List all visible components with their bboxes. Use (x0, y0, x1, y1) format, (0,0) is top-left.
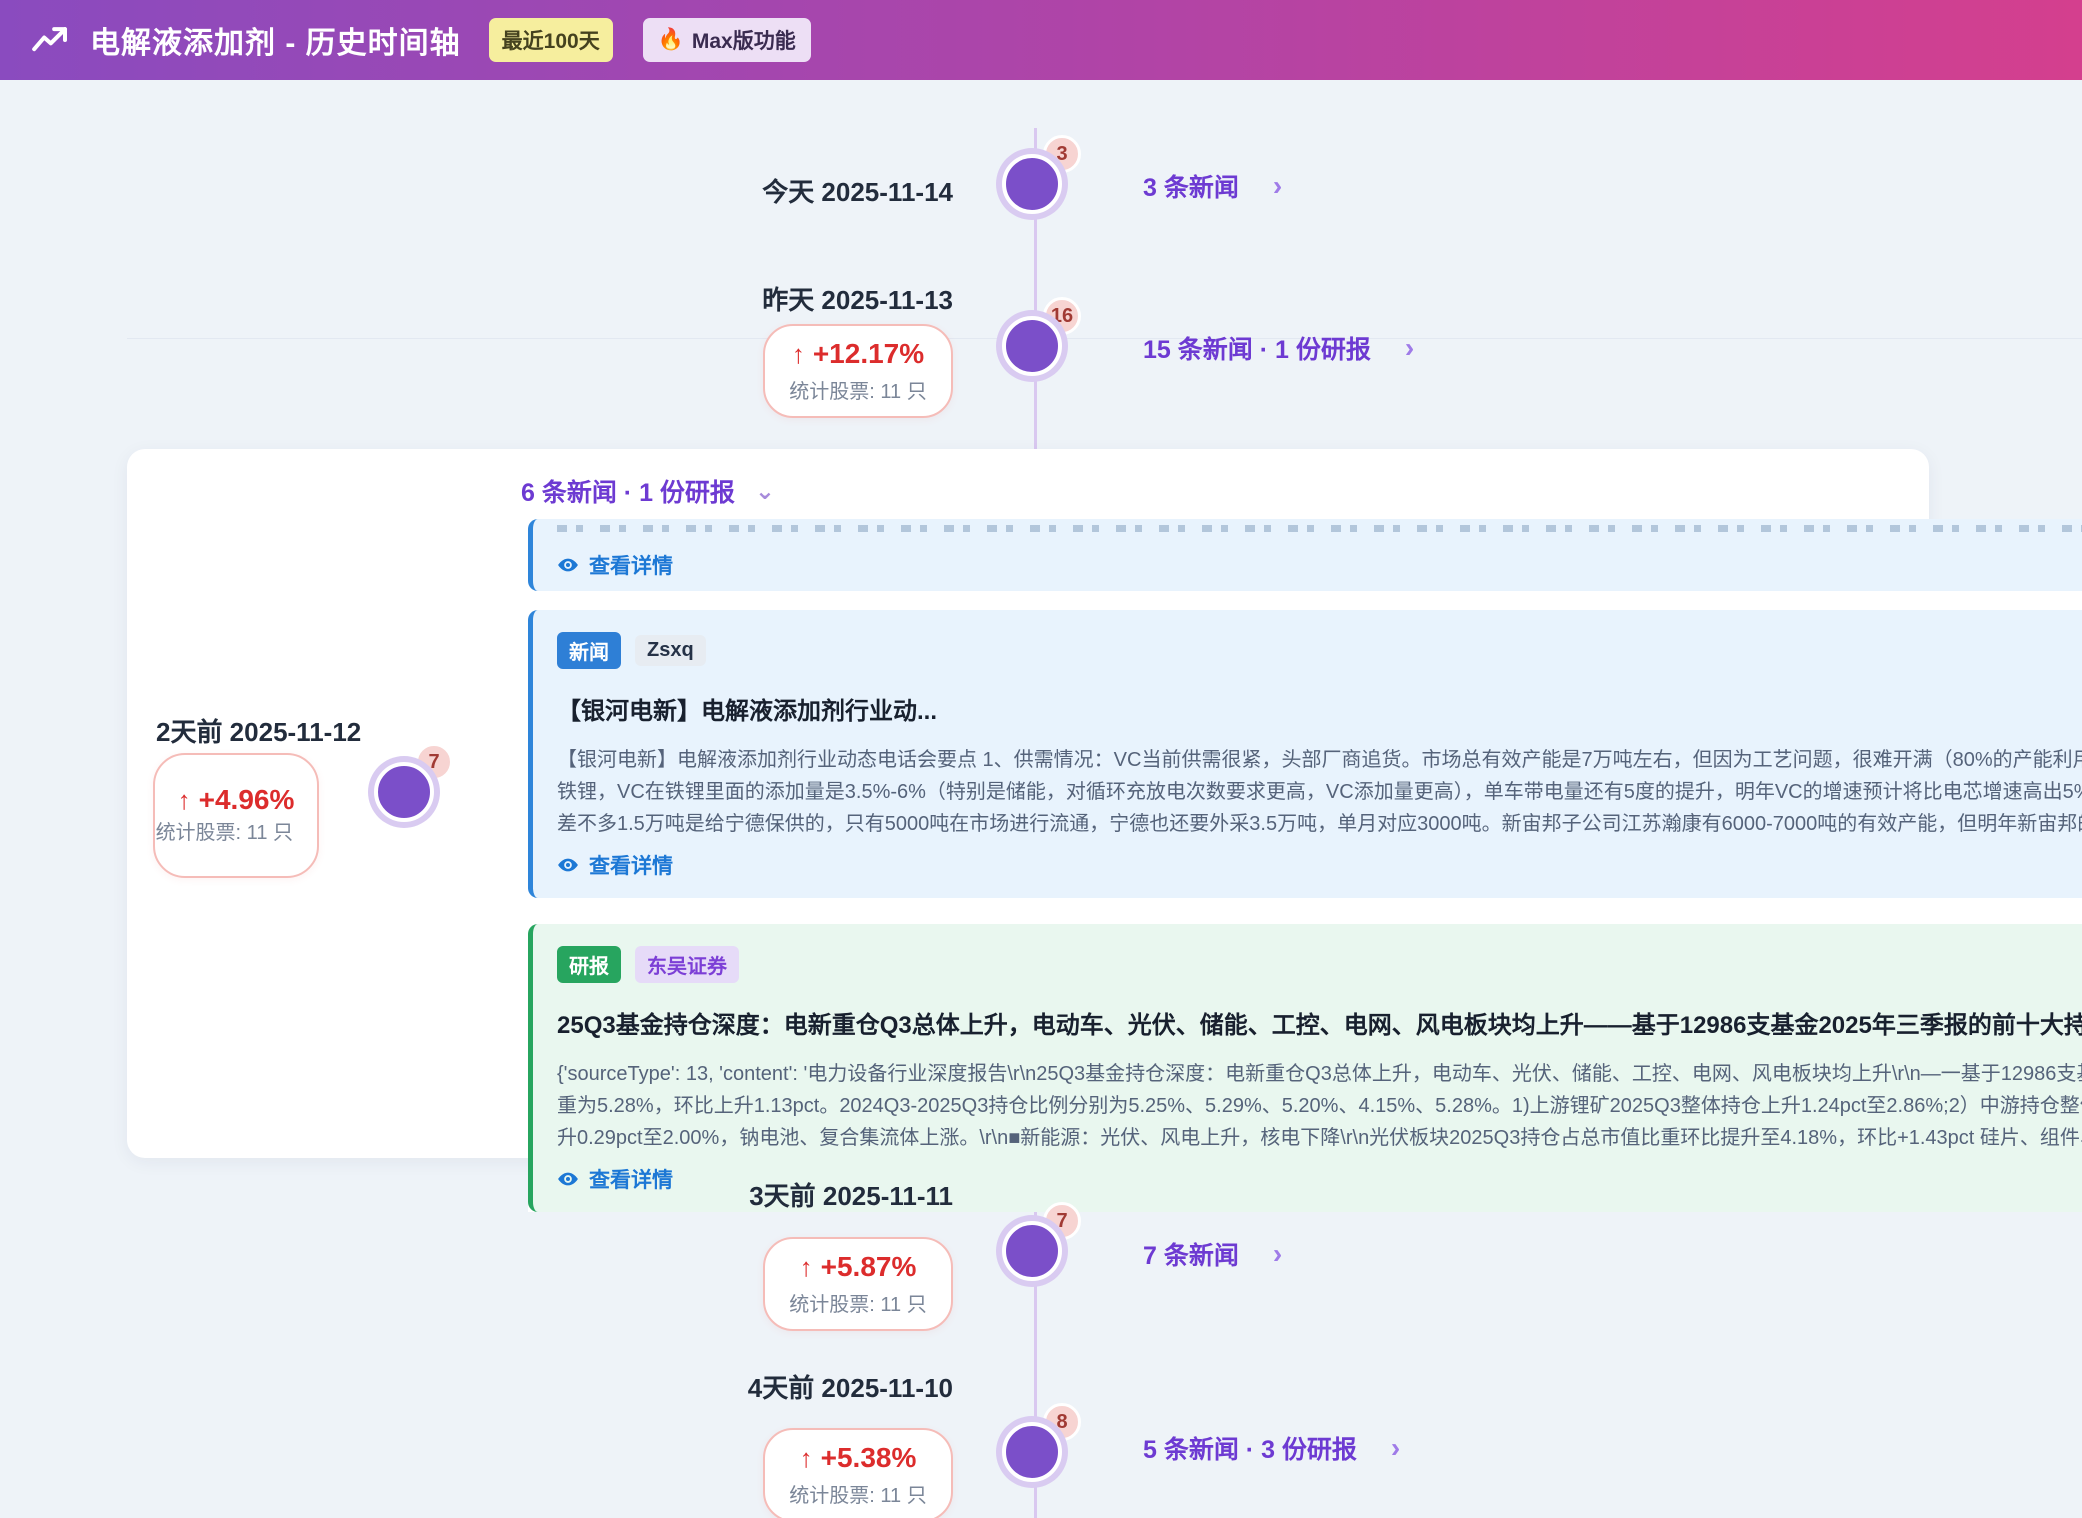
clipped-news-card[interactable]: 查看详情 (528, 519, 2082, 591)
max-feature-label: Max版功能 (692, 25, 796, 55)
timeline-node[interactable] (374, 762, 434, 822)
eye-icon (557, 554, 579, 576)
news-link-label: 3 条新闻 (1143, 168, 1239, 204)
change-percent: ↑+5.87% (800, 1251, 917, 1283)
trend-chart-icon (30, 20, 70, 60)
news-link[interactable]: 15 条新闻 · 1 份研报 › (1143, 330, 1414, 366)
timeline-node-wrap: 8 (996, 1416, 1076, 1496)
view-detail-label: 查看详情 (589, 850, 673, 880)
news-card[interactable]: 新闻 Zsxq 【银河电新】电解液添加剂行业动... 【银河电新】电解液添加剂行… (528, 610, 2082, 898)
report-body: {'sourceType': 13, 'content': '电力设备行业深度报… (557, 1058, 2082, 1154)
report-body-line: 重为5.28%，环比上升1.13pct。2024Q3-2025Q3持仓比例分别为… (557, 1090, 2082, 1122)
news-link[interactable]: 5 条新闻 · 3 份研报 › (1143, 1430, 1400, 1466)
entry-date-label: 2天前 2025-11-12 (156, 712, 361, 749)
row-divider (127, 338, 2082, 339)
news-card-list: 查看详情 新闻 Zsxq 【银河电新】电解液添加剂行业动... 【银河电新】电解… (528, 519, 2082, 1212)
rise-arrow-icon: ↑ (178, 785, 191, 815)
timeline-node[interactable] (1002, 1422, 1062, 1482)
max-feature-badge: 🔥 Max版功能 (643, 18, 811, 62)
timeline-node[interactable] (1002, 154, 1062, 214)
rise-arrow-icon: ↑ (800, 1252, 813, 1282)
rise-arrow-icon: ↑ (792, 339, 805, 369)
news-type-badge: 新闻 (557, 632, 621, 669)
report-source-badge: 东吴证券 (635, 946, 739, 983)
change-pill: ↑+12.17% 统计股票: 11 只 (763, 324, 953, 418)
entry-date-label: 3天前 2025-11-11 (749, 1176, 953, 1213)
stock-count: 统计股票: 11 只 (789, 375, 926, 404)
chevron-right-icon: › (1273, 1240, 1282, 1268)
news-body-line: 铁锂，VC在铁锂里面的添加量是3.5%-6%（特别是储能，对循环充放电次数要求更… (557, 776, 2082, 808)
change-pill: ↑+5.87% 统计股票: 11 只 (763, 1237, 953, 1331)
eye-icon (557, 854, 579, 876)
report-body-line: {'sourceType': 13, 'content': '电力设备行业深度报… (557, 1058, 2082, 1090)
change-percent: ↑+12.17% (792, 338, 924, 370)
news-body-line: 【银河电新】电解液添加剂行业动态电话会要点 1、供需情况：VC当前供需很紧，头部… (557, 744, 2082, 776)
report-title: 25Q3基金持仓深度：电新重仓Q3总体上升，电动车、光伏、储能、工控、电网、风电… (557, 1005, 2082, 1040)
timeline-node-wrap: 3 (996, 148, 1076, 228)
chevron-down-icon: ⌄ (755, 477, 775, 506)
stock-count: 统计股票: 11 只 (789, 1288, 926, 1317)
chevron-right-icon: › (1273, 172, 1282, 200)
view-detail-label: 查看详情 (589, 1164, 673, 1194)
timeline-node-wrap: 7 (996, 1215, 1076, 1295)
news-link-label: 7 条新闻 (1143, 1236, 1239, 1272)
chevron-right-icon: › (1405, 334, 1414, 362)
view-detail-link[interactable]: 查看详情 (557, 850, 673, 880)
news-link[interactable]: 7 条新闻 › (1143, 1236, 1282, 1272)
timeline-node-wrap: 16 (996, 310, 1076, 390)
badge-row: 研报 东吴证券 (557, 946, 2082, 983)
view-detail-link[interactable]: 查看详情 (557, 1164, 673, 1194)
badge-row: 新闻 Zsxq (557, 632, 2082, 669)
recent-days-badge: 最近100天 (489, 18, 613, 62)
news-body: 【银河电新】电解液添加剂行业动态电话会要点 1、供需情况：VC当前供需很紧，头部… (557, 744, 2082, 840)
entry-date-label: 昨天 2025-11-13 (762, 280, 953, 317)
page-title: 电解液添加剂 - 历史时间轴 (90, 18, 461, 62)
eye-icon (557, 1168, 579, 1190)
expanded-day-card: 6 条新闻 · 1 份研报 ⌄ 2天前 2025-11-12 ↑+4.96% 统… (127, 449, 1929, 1158)
news-body-line: 差不多1.5万吨是给宁德保供的，只有5000吨在市场进行流通，宁德也还要外采3.… (557, 808, 2082, 840)
report-body-line: 升0.29pct至2.00%，钠电池、复合集流体上涨。\r\n■新能源：光伏、风… (557, 1122, 2082, 1154)
view-detail-link[interactable]: 查看详情 (557, 550, 673, 580)
news-link-label: 5 条新闻 · 3 份研报 (1143, 1430, 1357, 1466)
rise-arrow-icon: ↑ (800, 1443, 813, 1473)
stock-count: 统计股票: 11 只 (155, 820, 317, 847)
change-pill: ↑+4.96% 统计股票: 11 只 (153, 753, 319, 878)
change-percent: ↑+5.38% (800, 1442, 917, 1474)
entry-date-label: 4天前 2025-11-10 (748, 1368, 953, 1405)
news-link[interactable]: 3 条新闻 › (1143, 168, 1282, 204)
timeline-screen: 电解液添加剂 - 历史时间轴 最近100天 🔥 Max版功能 今天 2025-1… (0, 0, 2082, 1518)
timeline-node[interactable] (1002, 1221, 1062, 1281)
news-source-badge: Zsxq (635, 635, 706, 666)
entry-date-label: 今天 2025-11-14 (762, 172, 953, 209)
report-type-badge: 研报 (557, 946, 621, 983)
clipped-text-strip (557, 525, 2082, 532)
news-title: 【银河电新】电解液添加剂行业动... (557, 691, 2082, 726)
stock-count: 统计股票: 11 只 (789, 1479, 926, 1508)
view-detail-label: 查看详情 (589, 550, 673, 580)
report-card[interactable]: 研报 东吴证券 25Q3基金持仓深度：电新重仓Q3总体上升，电动车、光伏、储能、… (528, 924, 2082, 1212)
expanded-summary-link[interactable]: 6 条新闻 · 1 份研报 ⌄ (521, 473, 775, 509)
flame-icon: 🔥 (658, 28, 684, 52)
app-header: 电解液添加剂 - 历史时间轴 最近100天 🔥 Max版功能 (0, 0, 2082, 80)
chevron-right-icon: › (1391, 1434, 1400, 1462)
timeline-node[interactable] (1002, 316, 1062, 376)
change-percent: ↑+4.96% (178, 784, 295, 816)
news-link-label: 15 条新闻 · 1 份研报 (1143, 330, 1371, 366)
timeline-node-wrap: 7 (368, 756, 448, 836)
change-pill: ↑+5.38% 统计股票: 11 只 (763, 1428, 953, 1518)
expanded-summary-label: 6 条新闻 · 1 份研报 (521, 473, 735, 509)
